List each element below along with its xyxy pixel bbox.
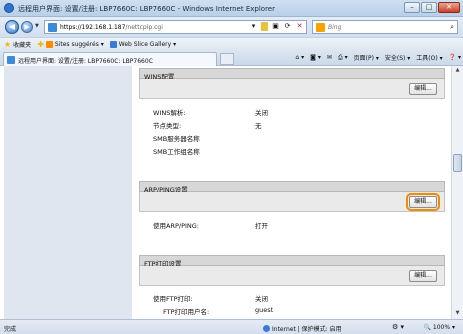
field-value: 无 bbox=[255, 122, 262, 130]
help-menu[interactable]: ❓ ▾ bbox=[449, 54, 461, 61]
arp-ping-section-title: ARP/PING设置 bbox=[139, 181, 445, 194]
scroll-down-icon[interactable]: ▼ bbox=[453, 310, 462, 318]
tab-label: 远程用户界面: 设置/注册: LBP7660C: LBP7660C bbox=[18, 58, 153, 65]
address-bar: ◀ ▶ ▼ https://192.168.1.187/nettcpip.cgi… bbox=[0, 17, 463, 37]
globe-icon bbox=[263, 325, 270, 332]
field-value: guest bbox=[255, 306, 274, 314]
field-label: 节点类型: bbox=[153, 122, 182, 130]
maximize-button[interactable]: □ bbox=[421, 2, 437, 13]
url-field[interactable]: https://192.168.1.187/nettcpip.cgi ▾ ▣ ⟳… bbox=[44, 20, 307, 34]
field-label: SMB服务器名称 bbox=[153, 135, 200, 143]
title-bar: 远程用户界面: 设置/注册: LBP7660C: LBP7660C - Wind… bbox=[0, 0, 463, 17]
mail-icon[interactable]: ✉ bbox=[327, 54, 332, 61]
zoom-control[interactable]: 🔍 100% ▾ bbox=[424, 324, 455, 331]
url-actions: ▾ ▣ ⟳ ✕ bbox=[249, 22, 304, 31]
print-icon[interactable]: ⎙ ▾ bbox=[338, 54, 348, 62]
ftp-print-section-title: FTP打印设置 bbox=[139, 255, 445, 268]
field-label: SMB工作组名称 bbox=[153, 148, 200, 156]
new-tab-button[interactable] bbox=[220, 53, 234, 65]
protected-mode-icon[interactable]: ⚙ ▾ bbox=[392, 323, 404, 331]
history-dropdown-icon[interactable]: ▼ bbox=[35, 23, 39, 29]
search-placeholder: Bing bbox=[328, 24, 342, 31]
wins-button-bar: 编辑... bbox=[139, 79, 445, 99]
url-text[interactable]: https://192.168.1.187/nettcpip.cgi bbox=[60, 24, 163, 31]
tab-remote-ui[interactable]: 远程用户界面: 设置/注册: LBP7660C: LBP7660C bbox=[3, 52, 217, 66]
status-text: 完成 bbox=[4, 326, 17, 333]
favorites-bar: ★ 收藏夹 ✚ Sites suggérés ▾ Web Slice Galle… bbox=[0, 37, 463, 50]
forward-button[interactable]: ▶ bbox=[21, 21, 33, 33]
left-nav-panel bbox=[4, 66, 132, 319]
url-path: /nettcpip.cgi bbox=[125, 24, 163, 31]
url-dropdown-icon[interactable]: ▾ bbox=[249, 22, 258, 31]
minimize-button[interactable]: – bbox=[404, 2, 420, 13]
feeds-icon[interactable]: ◙ ▾ bbox=[310, 54, 321, 61]
url-host: https://192.168.1.187 bbox=[60, 24, 126, 31]
suggested-sites-label: Sites suggérés ▾ bbox=[54, 40, 104, 48]
tab-bar: 远程用户界面: 设置/注册: LBP7660C: LBP7660C ⌂ ▾ ◙ … bbox=[0, 50, 463, 66]
scroll-up-icon[interactable]: ▲ bbox=[453, 67, 462, 75]
stop-icon[interactable]: ✕ bbox=[295, 22, 304, 31]
wins-section-title: WINS配置 bbox=[139, 68, 445, 81]
status-bar: 完成 Internet | 保护模式: 启用 ⚙ ▾ 🔍 100% ▾ bbox=[0, 319, 463, 334]
tools-menu[interactable]: 工具(O) ▾ bbox=[416, 53, 442, 62]
page-icon bbox=[48, 23, 57, 32]
ftp-print-button-bar: 编辑... bbox=[139, 266, 445, 286]
web-slice-icon bbox=[109, 40, 117, 48]
favorites-button[interactable]: ★ 收藏夹 bbox=[4, 40, 31, 49]
tab-page-icon bbox=[7, 56, 15, 64]
field-value: 关闭 bbox=[255, 109, 268, 117]
ie-logo-icon bbox=[4, 3, 14, 13]
arp-ping-section: ARP/PING设置 编辑... bbox=[139, 181, 445, 212]
field-label: FTP打印用户名: bbox=[163, 308, 210, 316]
ftp-print-edit-button[interactable]: 编辑... bbox=[409, 270, 437, 282]
page-viewport: WINS配置 编辑... WINS解析: 关闭 节点类型: 无 SMB服务器名称… bbox=[0, 66, 463, 319]
wins-section: WINS配置 编辑... bbox=[139, 68, 445, 99]
search-field[interactable]: Bing ⌕ bbox=[312, 20, 458, 34]
wins-edit-button[interactable]: 编辑... bbox=[409, 83, 437, 95]
ftp-print-section: FTP打印设置 编辑... bbox=[139, 255, 445, 286]
bing-icon bbox=[316, 23, 325, 32]
close-button[interactable]: ✕ bbox=[438, 2, 460, 13]
scrollbar-thumb[interactable] bbox=[453, 154, 462, 172]
field-value: 打开 bbox=[255, 222, 268, 230]
settings-content: WINS配置 编辑... WINS解析: 关闭 节点类型: 无 SMB服务器名称… bbox=[139, 66, 445, 319]
back-button[interactable]: ◀ bbox=[5, 20, 19, 34]
safety-menu[interactable]: 安全(S) ▾ bbox=[385, 53, 410, 62]
field-label: 使用FTP打印: bbox=[153, 295, 193, 303]
refresh-icon[interactable]: ⟳ bbox=[283, 22, 292, 31]
window-controls: – □ ✕ bbox=[404, 2, 460, 13]
suggested-sites-link[interactable]: ✚ Sites suggérés ▾ bbox=[37, 40, 104, 49]
home-icon[interactable]: ⌂ ▾ bbox=[295, 54, 304, 61]
field-label: 使用ARP/PING: bbox=[153, 222, 199, 230]
security-zone-label: Internet | 保护模式: 启用 bbox=[272, 326, 342, 333]
compatibility-icon[interactable]: ▣ bbox=[271, 22, 280, 31]
web-slice-label: Web Slice Gallery ▾ bbox=[118, 40, 177, 48]
web-slice-gallery-link[interactable]: Web Slice Gallery ▾ bbox=[109, 40, 177, 48]
suggested-sites-icon bbox=[45, 40, 53, 48]
vertical-scrollbar[interactable]: ▲ ▼ bbox=[451, 66, 463, 319]
add-favorite-icon: ✚ bbox=[37, 39, 44, 49]
lock-icon[interactable] bbox=[261, 22, 268, 31]
field-value: 关闭 bbox=[255, 295, 268, 303]
command-bar: ⌂ ▾ ◙ ▾ ✉ ⎙ ▾ 页面(P) ▾ 安全(S) ▾ 工具(O) ▾ ❓ … bbox=[295, 53, 461, 63]
arp-ping-button-bar: 编辑... bbox=[139, 192, 445, 212]
arp-ping-edit-button[interactable]: 编辑... bbox=[406, 193, 440, 211]
page-menu[interactable]: 页面(P) ▾ bbox=[354, 53, 379, 62]
favorites-star-icon: ★ bbox=[4, 39, 12, 49]
search-icon[interactable]: ⌕ bbox=[450, 23, 454, 32]
field-label: WINS解析: bbox=[153, 109, 186, 117]
window-title: 远程用户界面: 设置/注册: LBP7660C: LBP7660C - Wind… bbox=[18, 5, 275, 13]
security-zone[interactable]: Internet | 保护模式: 启用 bbox=[263, 324, 342, 333]
favorites-label: 收藏夹 bbox=[13, 41, 32, 49]
